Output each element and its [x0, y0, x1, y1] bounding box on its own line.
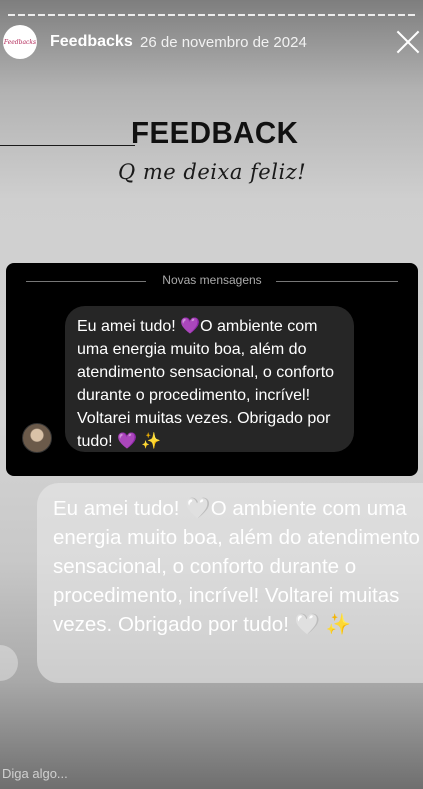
sender-avatar-faded	[0, 645, 18, 681]
reply-input[interactable]: Diga algo...	[0, 766, 68, 781]
title-rule	[0, 145, 135, 146]
message-dark-text: Eu amei tudo! 💜O ambiente com uma energi…	[77, 318, 335, 450]
divider-label: Novas mensagens	[162, 273, 262, 287]
account-name[interactable]: Feedbacks	[50, 33, 133, 51]
story-progress-bar	[8, 14, 415, 16]
message-bubble-dark: Eu amei tudo! 💜O ambiente com uma energi…	[65, 306, 354, 452]
message-light-text: Eu amei tudo! 🤍O ambiente com uma energi…	[53, 497, 420, 636]
sender-avatar	[22, 423, 52, 453]
divider-line-right	[276, 281, 398, 282]
account-avatar[interactable]: Feedbacks	[3, 25, 37, 59]
message-bubble-light: Eu amei tudo! 🤍O ambiente com uma energi…	[37, 483, 423, 683]
new-messages-divider: Novas mensagens	[26, 273, 398, 289]
story-header: Feedbacks Feedbacks 26 de novembro de 20…	[0, 22, 423, 62]
post-date: 26 de novembro de 2024	[140, 34, 307, 51]
close-icon[interactable]	[395, 29, 421, 55]
message-screenshot-card: Novas mensagens Eu amei tudo! 💜O ambient…	[6, 263, 418, 476]
avatar-logo-text: Feedbacks	[3, 38, 37, 46]
story-subtitle: Q me deixa feliz!	[118, 160, 307, 184]
story-title: FEEDBACK	[131, 115, 299, 150]
